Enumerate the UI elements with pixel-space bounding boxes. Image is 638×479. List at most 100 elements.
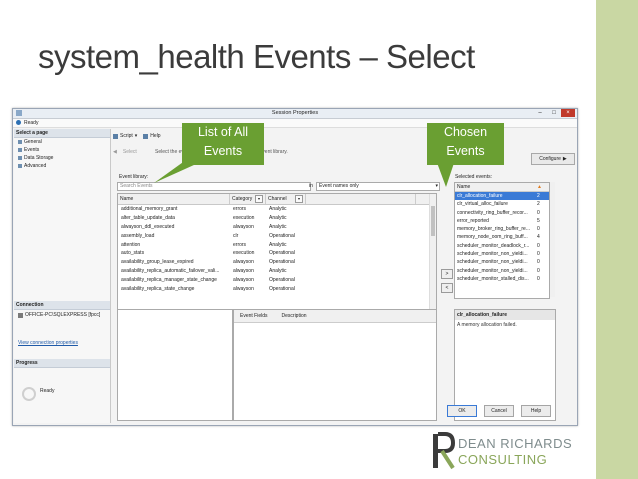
slide-title: system_health Events – Select: [38, 38, 475, 75]
table-cell: scheduler_monitor_stalled_dis...: [457, 275, 529, 282]
table-cell: alter_table_update_data: [121, 214, 175, 221]
page-icon: [18, 164, 22, 168]
minimize-icon[interactable]: –: [533, 109, 547, 117]
column-category[interactable]: Category ▾: [230, 194, 266, 204]
table-cell: scheduler_monitor_deadlock_r...: [457, 242, 530, 249]
selected-scrollbar[interactable]: [550, 182, 555, 297]
logo-line2: CONSULTING: [458, 452, 548, 467]
help-button[interactable]: Help: [143, 133, 161, 139]
table-cell: assembly_load: [121, 232, 155, 239]
table-row[interactable]: availability_replica_automatic_failover_…: [118, 267, 436, 276]
help-dialog-button[interactable]: Help: [521, 405, 551, 417]
configure-button[interactable]: Configure ▶: [531, 153, 575, 165]
table-cell: alwayson_ddl_executed: [121, 223, 175, 230]
list-item[interactable]: scheduler_monitor_non_yieldi... 0: [455, 267, 549, 275]
table-cell: additional_memory_grant: [121, 206, 178, 212]
list-item[interactable]: connectivity_ring_buffer_recor... 0: [455, 209, 549, 217]
table-cell: execution: [233, 250, 255, 257]
help-icon: [143, 133, 149, 139]
list-item[interactable]: memory_node_oom_ring_buff... 4: [455, 233, 549, 241]
table-cell: 4: [537, 234, 540, 241]
column-name[interactable]: Name: [455, 183, 535, 191]
table-row[interactable]: attention errors Analytic: [118, 241, 436, 250]
table-row[interactable]: additional_memory_grant errors Analytic: [118, 205, 436, 214]
table-cell: execution: [233, 214, 255, 221]
filter-dropdown-icon[interactable]: ▾: [295, 195, 303, 203]
table-cell: 0: [537, 259, 540, 266]
table-cell: 2: [537, 193, 540, 199]
table-cell: Operational: [269, 277, 295, 284]
table-cell: availability_replica_automatic_failover_…: [121, 268, 220, 275]
add-event-button[interactable]: >: [441, 269, 453, 279]
list-item[interactable]: scheduler_monitor_deadlock_r... 0: [455, 242, 549, 250]
maximize-icon[interactable]: □: [547, 109, 561, 117]
list-item[interactable]: scheduler_monitor_stalled_dis... 0: [455, 275, 549, 283]
column-name[interactable]: Name: [118, 194, 230, 204]
event-library-grid: Name Category ▾ Channel ▾ additional_memor…: [117, 193, 437, 310]
company-logo: DEAN RICHARDS CONSULTING: [430, 430, 590, 472]
column-description[interactable]: Description: [282, 313, 307, 319]
logo-mark-icon: [433, 432, 456, 470]
progress-status: Ready: [40, 388, 55, 394]
table-cell: 0: [537, 226, 540, 233]
column-event-fields[interactable]: Event Fields: [240, 313, 268, 319]
status-text: Ready: [24, 120, 39, 126]
list-item[interactable]: error_reported 5: [455, 217, 549, 225]
logo-line1: DEAN RICHARDS: [458, 436, 573, 451]
view-connection-link[interactable]: View connection properties: [14, 338, 110, 348]
search-events-input[interactable]: Search Events: [117, 182, 311, 191]
window-title: Session Properties: [271, 110, 319, 116]
table-row[interactable]: assembly_load clr Operational: [118, 232, 436, 241]
page-item-advanced[interactable]: Advanced: [14, 162, 110, 170]
column-channel[interactable]: Channel ▾: [266, 194, 306, 204]
cancel-button[interactable]: Cancel: [484, 405, 514, 417]
table-cell: 0: [537, 242, 540, 249]
table-cell: alwayson: [233, 223, 254, 230]
list-item[interactable]: memory_broker_ring_buffer_re... 0: [455, 225, 549, 233]
script-button[interactable]: Script ▾: [113, 133, 137, 139]
page-item-general[interactable]: General: [14, 138, 110, 146]
selected-events-label: Selected events:: [455, 174, 492, 180]
server-icon: [18, 312, 23, 318]
table-cell: auto_stats: [121, 250, 145, 257]
table-cell: Operational: [269, 250, 295, 257]
callout-chosen-events: Chosen Events: [427, 123, 504, 165]
table-row[interactable]: auto_stats execution Operational: [118, 249, 436, 258]
scroll-thumb[interactable]: [431, 206, 435, 236]
table-cell: errors: [233, 241, 247, 248]
table-cell: Operational: [269, 259, 295, 266]
server-item: OFFICE-PC\SQLEXPRESS [fpcc]: [14, 310, 110, 320]
move-buttons: > <: [441, 269, 453, 293]
close-icon[interactable]: ×: [561, 109, 575, 117]
progress-section: Progress Ready: [14, 359, 110, 401]
fields-header: Event Fields Description: [234, 310, 436, 323]
back-arrow-icon[interactable]: ◀: [113, 149, 117, 155]
fields-tree-pane: [117, 309, 233, 421]
search-scope-select[interactable]: Event names only ▾: [316, 182, 440, 191]
table-cell: clr: [233, 232, 239, 239]
table-cell: memory_broker_ring_buffer_re...: [457, 226, 530, 233]
flame-icon: ▲: [537, 184, 542, 190]
table-cell: connectivity_ring_buffer_recor...: [457, 209, 528, 216]
table-cell: 5: [537, 217, 540, 224]
ok-button[interactable]: OK: [447, 405, 477, 417]
page-item-events[interactable]: Events: [14, 146, 110, 154]
table-row[interactable]: alter_table_update_data execution Analytic: [118, 214, 436, 223]
column-spacer: [306, 194, 416, 204]
table-row[interactable]: availability_replica_manager_state_chang…: [118, 276, 436, 285]
list-item[interactable]: clr_allocation_failure 2: [455, 192, 549, 201]
table-row[interactable]: availability_group_lease_expired alwayson…: [118, 258, 436, 267]
remove-event-button[interactable]: <: [441, 283, 453, 293]
filter-dropdown-icon[interactable]: ▾: [255, 195, 263, 203]
table-cell: error_reported: [457, 217, 489, 224]
select-nav[interactable]: ◀ Select: [113, 149, 137, 155]
page-icon: [18, 156, 22, 160]
table-cell: scheduler_monitor_non_yieldi...: [457, 259, 528, 266]
page-item-data-storage[interactable]: Data Storage: [14, 154, 110, 162]
list-item[interactable]: scheduler_monitor_non_yieldi... 0: [455, 258, 549, 266]
list-item[interactable]: clr_virtual_alloc_failure 2: [455, 200, 549, 208]
list-item[interactable]: scheduler_monitor_non_yieldi... 0: [455, 250, 549, 258]
table-row[interactable]: alwayson_ddl_executed alwayson Analytic: [118, 223, 436, 232]
library-scrollbar[interactable]: [429, 194, 436, 309]
table-row[interactable]: availability_replica_state_change alwayso…: [118, 285, 436, 294]
